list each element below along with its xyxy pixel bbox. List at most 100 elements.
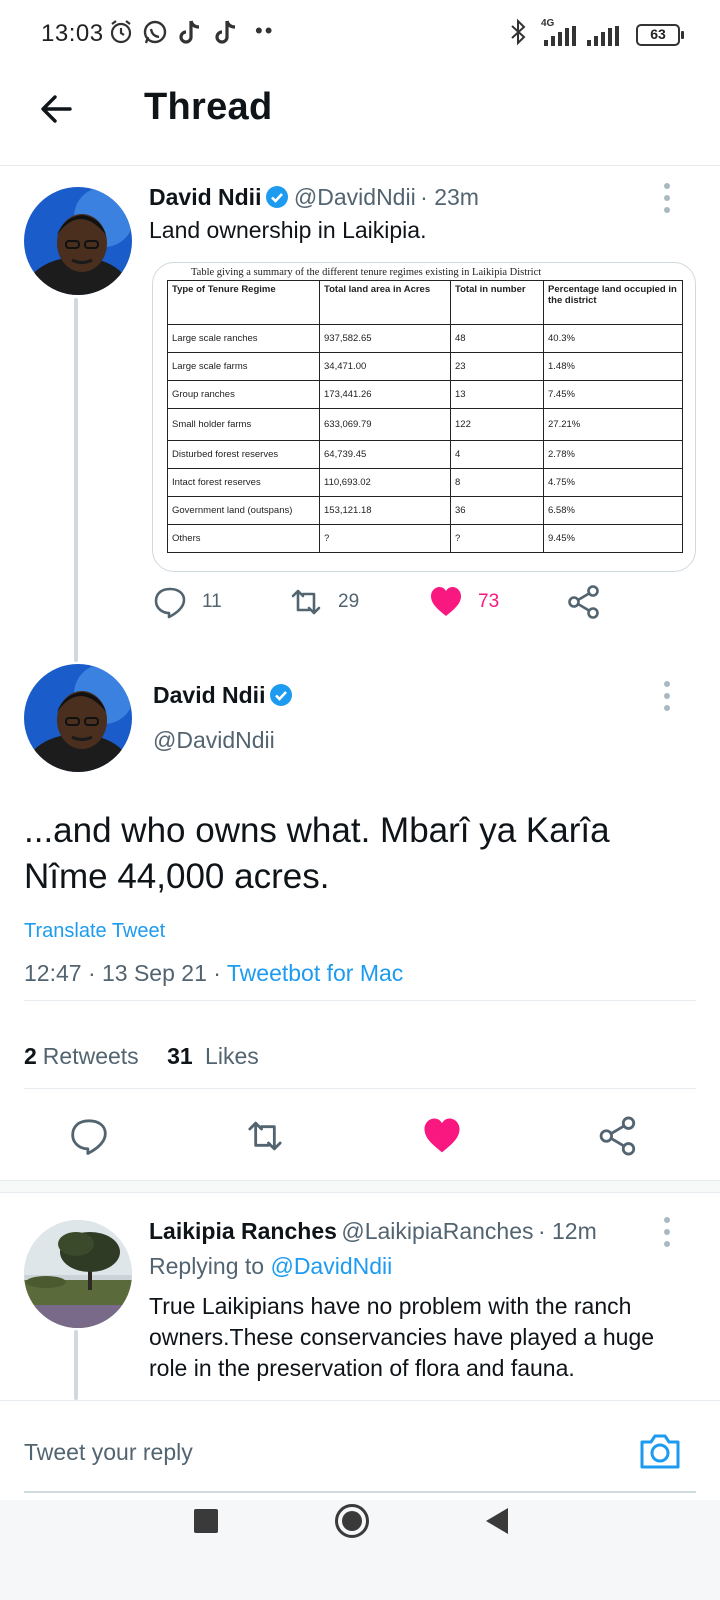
reply-icon[interactable]	[68, 1115, 110, 1157]
heart-filled-icon	[431, 587, 461, 616]
more-options-icon[interactable]	[657, 678, 677, 714]
share-icon[interactable]	[597, 1115, 639, 1157]
tweet-time: · 12m	[537, 1218, 597, 1244]
table-cell: 9.45%	[543, 524, 683, 553]
whatsapp-icon	[143, 20, 167, 44]
table-cell: Group ranches	[167, 380, 320, 409]
table-cell: Large scale farms	[167, 352, 320, 381]
table-cell: Intact forest reserves	[167, 468, 320, 497]
table-header: Total in number	[450, 280, 544, 325]
table-cell: ?	[450, 524, 544, 553]
table-cell: 6.58%	[543, 496, 683, 525]
tenure-table: Type of Tenure Regime Total land area in…	[167, 280, 683, 553]
camera-icon[interactable]	[638, 1429, 682, 1473]
signal-icon	[544, 26, 576, 46]
reply-button[interactable]: 11	[152, 584, 222, 620]
tiktok-icon	[215, 20, 236, 44]
status-bar: 13:03 •• 4G 63	[0, 0, 720, 66]
table-cell: 34,471.00	[319, 352, 451, 381]
bluetooth-icon	[511, 18, 526, 46]
top-bar: Thread	[0, 66, 720, 166]
translate-tweet-link[interactable]: Translate Tweet	[24, 920, 165, 943]
tweet-header: Laikipia Ranches @LaikipiaRanches · 12m	[149, 1218, 597, 1245]
status-time: 13:03	[41, 20, 104, 47]
verified-badge-icon	[270, 684, 293, 706]
table-row: Large scale farms 34,471.00 23 1.48%	[167, 352, 683, 381]
signal-icon	[587, 26, 619, 46]
section-separator	[0, 1180, 720, 1193]
table-row: Small holder farms 633,069.79 122 27.21%	[167, 408, 683, 441]
avatar[interactable]	[24, 187, 132, 295]
tweet-header: David Ndii @DavidNdii · 23m	[149, 184, 479, 211]
table-cell: 122	[450, 408, 544, 441]
heart-filled-icon[interactable]	[421, 1115, 463, 1157]
share-button[interactable]	[566, 584, 602, 620]
author-handle[interactable]: @DavidNdii	[294, 184, 416, 210]
more-dots-icon: ••	[255, 18, 275, 43]
retweets-stat[interactable]: 2 Retweets	[24, 1043, 139, 1069]
back-nav-icon[interactable]	[484, 1506, 510, 1536]
recent-apps-icon[interactable]	[193, 1508, 219, 1534]
more-options-icon[interactable]	[657, 180, 677, 216]
table-row: Government land (outspans) 153,121.18 36…	[167, 496, 683, 525]
avatar[interactable]	[24, 664, 132, 772]
avatar[interactable]	[24, 1220, 132, 1328]
table-cell: 937,582.65	[319, 324, 451, 353]
tweet-time: · 23m	[420, 184, 479, 210]
tweet-source-link[interactable]: Tweetbot for Mac	[227, 960, 403, 986]
table-header-row: Type of Tenure Regime Total land area in…	[167, 280, 683, 325]
table-cell: 633,069.79	[319, 408, 451, 441]
table-cell: ?	[319, 524, 451, 553]
arrow-left-icon[interactable]	[36, 88, 78, 130]
replying-label: Replying to	[149, 1253, 271, 1279]
retweet-button[interactable]: 29	[288, 584, 359, 620]
battery-indicator: 63	[636, 24, 684, 46]
table-cell: Disturbed forest reserves	[167, 440, 320, 469]
replying-to-handle[interactable]: @DavidNdii	[270, 1253, 392, 1279]
tweet-timestamp: 12:47 · 13 Sep 21 ·	[24, 960, 227, 986]
table-row: Disturbed forest reserves 64,739.45 4 2.…	[167, 440, 683, 469]
tweet-header: David Ndii	[153, 682, 293, 709]
table-cell: 64,739.45	[319, 440, 451, 469]
tiktok-icon	[179, 20, 200, 44]
reply-composer: Tweet your reply	[0, 1400, 720, 1500]
page-title: Thread	[144, 86, 273, 128]
tweet-text: True Laikipians have no problem with the…	[149, 1293, 655, 1381]
table-cell: 23	[450, 352, 544, 381]
table-caption: Table giving a summary of the different …	[191, 267, 542, 278]
table-cell: 173,441.26	[319, 380, 451, 409]
like-count: 73	[478, 591, 500, 612]
divider	[24, 1000, 696, 1001]
engagement-stats: 2 Retweets 31 Likes	[24, 1043, 259, 1070]
reply-input[interactable]: Tweet your reply	[24, 1439, 193, 1466]
table-cell: 2.78%	[543, 440, 683, 469]
author-name[interactable]: David Ndii	[149, 184, 261, 210]
table-cell: Small holder farms	[167, 408, 320, 441]
table-row: Group ranches 173,441.26 13 7.45%	[167, 380, 683, 409]
table-header: Type of Tenure Regime	[167, 280, 320, 325]
tweet-meta: 12:47 · 13 Sep 21 · Tweetbot for Mac	[24, 960, 403, 987]
table-cell: 110,693.02	[319, 468, 451, 497]
reply-icon	[154, 587, 186, 619]
tweet-media-table[interactable]: Table giving a summary of the different …	[152, 262, 696, 572]
reply-input-underline	[24, 1491, 696, 1493]
author-name[interactable]: David Ndii	[153, 682, 265, 708]
author-name[interactable]: Laikipia Ranches	[149, 1218, 337, 1244]
tweet-text: Land ownership in Laikipia.	[149, 217, 427, 243]
author-handle[interactable]: @LaikipiaRanches	[341, 1218, 533, 1244]
likes-stat[interactable]: 31 Likes	[167, 1043, 259, 1069]
table-row: Others ? ? 9.45%	[167, 524, 683, 553]
home-icon[interactable]	[334, 1503, 370, 1539]
table-cell: Others	[167, 524, 320, 553]
more-options-icon[interactable]	[657, 1214, 677, 1250]
author-handle[interactable]: @DavidNdii	[153, 727, 275, 754]
table-cell: 4.75%	[543, 468, 683, 497]
retweet-icon[interactable]	[244, 1115, 286, 1157]
table-cell: 13	[450, 380, 544, 409]
system-nav-bar	[0, 1500, 720, 1600]
table-cell: Large scale ranches	[167, 324, 320, 353]
table-cell: 4	[450, 440, 544, 469]
table-header: Percentage land occupied in the district	[543, 280, 683, 325]
table-cell: 153,121.18	[319, 496, 451, 525]
like-button[interactable]: 73	[428, 584, 499, 620]
